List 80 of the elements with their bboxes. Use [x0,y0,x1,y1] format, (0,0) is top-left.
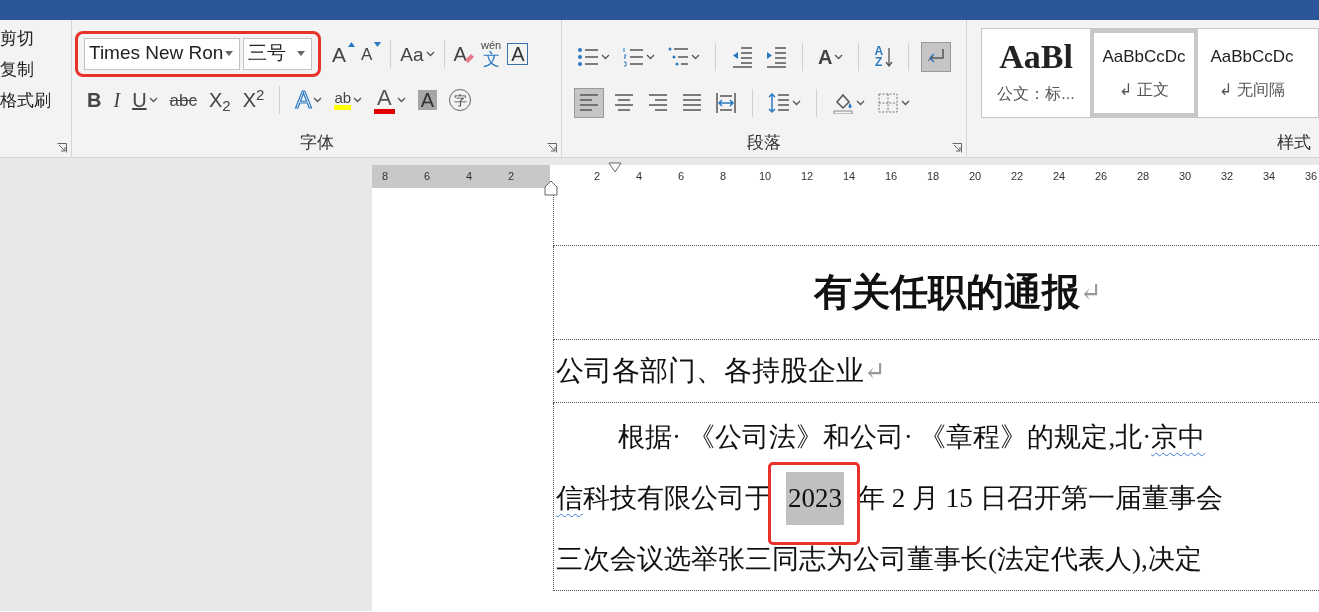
ruler-number: 6 [423,170,431,182]
ruler-number: 4 [465,170,473,182]
font-color-button[interactable]: A [371,85,409,115]
up-triangle-icon [348,42,355,47]
dropdown-arrow-icon [297,51,305,56]
flagged-text: 京中 [1151,421,1206,455]
body-text-line: 三次会议选举张三同志为公司董事长(法定代表人),决定 [556,543,1203,577]
dropdown-arrow-icon [225,51,233,56]
hanging-indent-icon[interactable] [544,180,558,196]
ruler-number: 16 [884,170,898,182]
increase-indent-icon [765,46,787,68]
ruler-number: 14 [842,170,856,182]
ruler-number: 20 [968,170,982,182]
shrink-font-button[interactable]: A [358,39,385,69]
paragraph-marks-button[interactable] [921,42,952,72]
sort-button[interactable]: A Z [871,42,897,72]
font-size-field[interactable]: 三号 [243,37,312,70]
distribute-icon [715,92,737,114]
ruler-number: 2 [593,170,601,182]
phonetic-guide-button[interactable]: wén 文 [477,39,505,69]
font-name-field[interactable]: Times New Ron [84,37,240,70]
align-center-icon [613,92,635,114]
ruler-number: 22 [1010,170,1024,182]
clipboard-button[interactable]: 复制 [0,61,71,78]
ruler-number: 32 [1220,170,1234,182]
down-triangle-icon [374,42,382,47]
salutation-text: 公司各部门、各持股企业 [556,354,864,388]
ruler-number: 6 [677,170,685,182]
strikethrough-button[interactable]: abc [166,85,200,115]
document-heading: 有关任职的通报 [814,270,1080,315]
body-text-line: 根据· 《公司法》和公司· 《章程》的规定,北·京中 [556,407,1319,468]
borders-icon [877,92,899,114]
clipboard-button[interactable]: 剪切 [0,30,71,47]
align-right-icon [647,92,669,114]
bullets-icon [577,46,599,68]
justify-icon [681,92,703,114]
style-option[interactable]: AaBbCcDc ↲ 正文 [1090,29,1198,117]
ruler-number: 30 [1178,170,1192,182]
dialog-launcher-icon[interactable] [547,143,557,153]
dialog-launcher-icon[interactable] [57,143,67,153]
ruler-number: 8 [719,170,727,182]
paragraph-mark: ↵ [864,355,886,388]
group-label: 样式 [1276,131,1311,154]
underline-button[interactable]: U [129,85,161,115]
body-text-line: 信科技有限公司于 2023 年 2 月 15 日召开第一届董事会 [556,468,1319,529]
ruler-number: 4 [635,170,643,182]
clear-formatting-button[interactable]: A [450,39,478,69]
ruler-number: 28 [1136,170,1150,182]
down-arrow-icon [885,47,894,67]
ruler-number: 18 [926,170,940,182]
superscript-button[interactable]: X$^{2}$ [239,85,268,115]
ruler-number: 2 [507,170,515,182]
line-spacing-icon [768,92,790,114]
italic-button[interactable]: I [110,85,124,115]
align-left-button[interactable] [574,88,604,118]
align-left-icon [578,92,600,114]
ruler-number: 36 [1304,170,1318,182]
ruler-number: 8 [381,170,389,182]
paragraph-mark: ↵ [1080,277,1102,309]
ruler-number: 34 [1262,170,1276,182]
asian-layout-button[interactable]: A [815,42,847,72]
subscript-button[interactable]: X$_{2}$ [206,85,234,115]
paint-bucket-icon [832,92,854,114]
numbered-list-icon [622,46,644,68]
flagged-text: 信 [556,482,583,516]
ruler-number: 24 [1052,170,1066,182]
group-label: 段落 [746,131,782,154]
grow-font-button[interactable]: A [329,39,358,69]
first-line-indent-icon[interactable] [608,162,622,174]
ruler-number: 26 [1094,170,1108,182]
bold-button[interactable]: B [84,85,105,115]
decrease-indent-icon [731,46,753,68]
ruler-number: 10 [758,170,772,182]
ruler-number: 12 [800,170,814,182]
group-label: 字体 [298,131,335,154]
change-case-button[interactable]: Aa [397,39,438,69]
clipboard-button[interactable]: 格式刷 [0,92,71,109]
dialog-launcher-icon[interactable] [952,143,962,153]
highlight-button[interactable]: ab [331,85,366,115]
multilevel-list-icon [667,46,689,68]
